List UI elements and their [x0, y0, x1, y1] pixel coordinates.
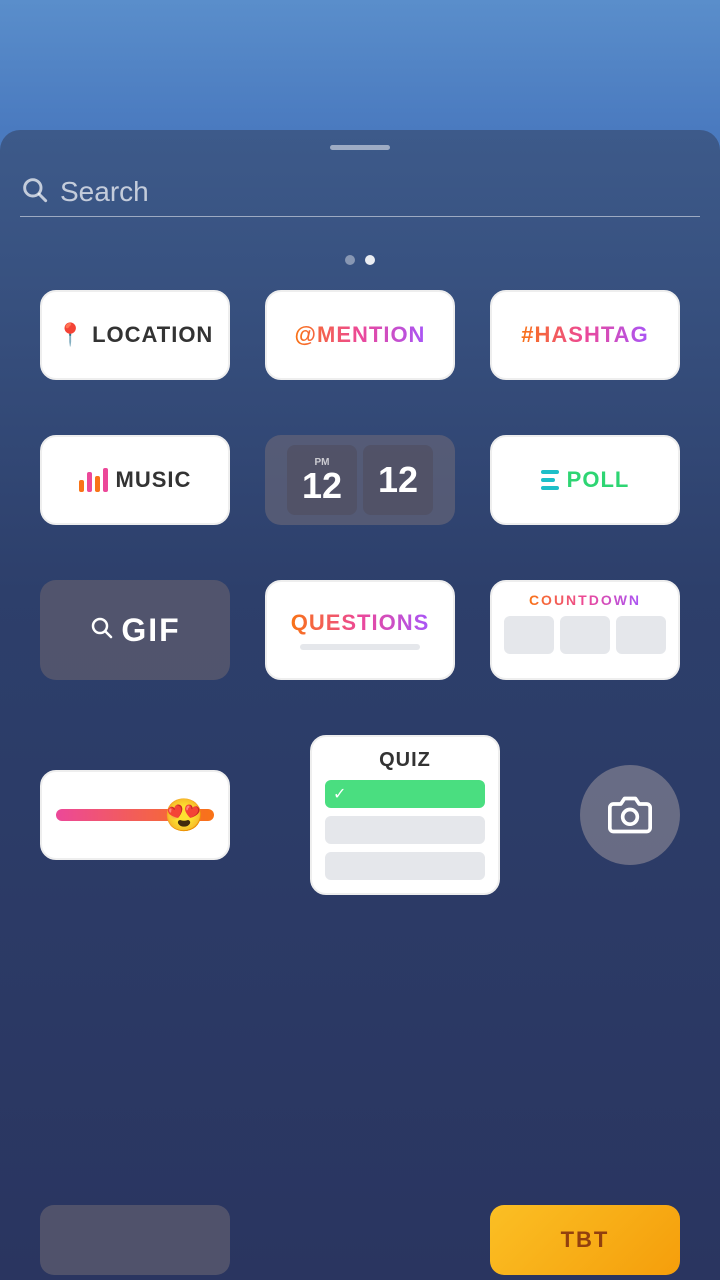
sticker-time[interactable]: PM 12 12	[265, 435, 455, 525]
sticker-row-3: GIF QUESTIONS COUNTDOWN	[40, 580, 680, 680]
sticker-quiz[interactable]: QUIZ ✓	[310, 735, 500, 895]
music-bars-icon	[79, 468, 108, 492]
time-hour: 12	[302, 468, 342, 504]
sticker-poll[interactable]: POLL	[490, 435, 680, 525]
dot-2	[365, 255, 375, 265]
search-icon	[20, 175, 48, 208]
quiz-label: QUIZ	[379, 749, 431, 772]
sticker-mention[interactable]: @MENTION	[265, 290, 455, 380]
sticker-hashtag[interactable]: #HASHTAG	[490, 290, 680, 380]
quiz-option-correct: ✓	[325, 780, 485, 808]
music-bar-4	[103, 468, 108, 492]
sticker-emoji-slider[interactable]: 😍	[40, 770, 230, 860]
sticker-row-2: MUSIC PM 12 12 POLL	[40, 435, 680, 525]
music-label: MUSIC	[116, 467, 192, 493]
countdown-box-1	[504, 616, 554, 654]
time-block-1: PM 12	[287, 445, 357, 515]
search-bar	[20, 175, 700, 217]
camera-button[interactable]	[580, 765, 680, 865]
location-label: LOCATION	[92, 322, 213, 348]
bottom-sticker-left[interactable]	[40, 1205, 230, 1275]
questions-bar	[300, 644, 420, 650]
location-pin-icon: 📍	[57, 322, 84, 348]
bottom-sticker-right-label: TBT	[561, 1227, 610, 1253]
top-background	[0, 0, 720, 130]
music-bar-1	[79, 480, 84, 492]
bottom-sticker-right[interactable]: TBT	[490, 1205, 680, 1275]
countdown-box-2	[560, 616, 610, 654]
poll-line-2	[541, 478, 555, 482]
bottom-partial-row: TBT	[0, 1200, 720, 1280]
dot-1	[345, 255, 355, 265]
sticker-sheet: 📍 LOCATION @MENTION #HASHTAG	[0, 130, 720, 1280]
questions-label: QUESTIONS	[291, 610, 430, 636]
poll-lines-icon	[541, 470, 559, 490]
sticker-countdown[interactable]: COUNTDOWN	[490, 580, 680, 680]
sticker-location[interactable]: 📍 LOCATION	[40, 290, 230, 380]
music-bar-2	[87, 472, 92, 492]
sticker-gif[interactable]: GIF	[40, 580, 230, 680]
quiz-option-3	[325, 852, 485, 880]
countdown-box-3	[616, 616, 666, 654]
drag-handle[interactable]	[330, 145, 390, 150]
emoji-slider-container: 😍	[56, 809, 214, 821]
quiz-check-icon: ✓	[333, 784, 346, 804]
countdown-label: COUNTDOWN	[529, 592, 641, 608]
sticker-row-4: 😍 QUIZ ✓	[40, 735, 680, 895]
stickers-grid: 📍 LOCATION @MENTION #HASHTAG	[40, 290, 680, 895]
music-bar-3	[95, 476, 100, 492]
poll-label: POLL	[567, 467, 630, 493]
time-minute: 12	[378, 462, 418, 498]
poll-line-1	[541, 470, 559, 474]
time-block-2: 12	[363, 445, 433, 515]
emoji-slider-emoji: 😍	[164, 796, 204, 834]
gif-search-icon	[89, 615, 113, 645]
poll-line-3	[541, 486, 559, 490]
search-input[interactable]	[60, 176, 700, 208]
gif-label: GIF	[121, 612, 180, 649]
sticker-music[interactable]: MUSIC	[40, 435, 230, 525]
countdown-boxes	[504, 616, 666, 654]
mention-label: @MENTION	[295, 322, 426, 348]
quiz-option-2	[325, 816, 485, 844]
emoji-slider-track: 😍	[56, 809, 214, 821]
sticker-questions[interactable]: QUESTIONS	[265, 580, 455, 680]
pagination-dots	[345, 255, 375, 265]
hashtag-label: #HASHTAG	[521, 322, 648, 348]
camera-icon	[608, 793, 652, 837]
sticker-row-1: 📍 LOCATION @MENTION #HASHTAG	[40, 290, 680, 380]
